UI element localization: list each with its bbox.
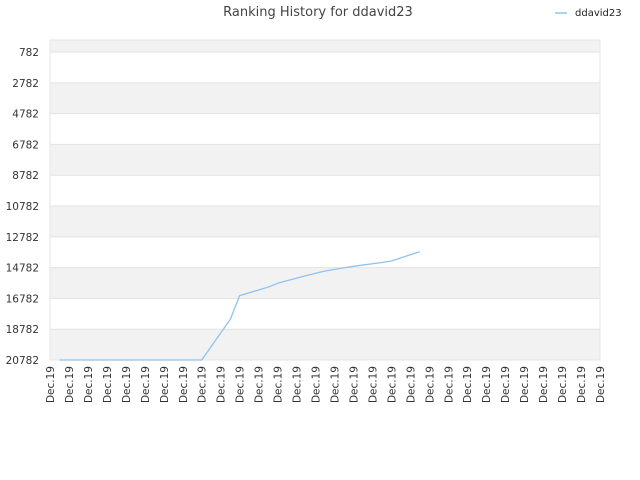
x-tick-label: Dec.19 bbox=[254, 366, 266, 403]
grid-band bbox=[50, 298, 600, 330]
grid-band bbox=[50, 175, 600, 207]
x-tick-label: Dec.19 bbox=[500, 366, 512, 403]
x-tick-label: Dec.19 bbox=[216, 366, 228, 403]
grid-band bbox=[50, 144, 600, 176]
x-tick-label: Dec.19 bbox=[538, 366, 550, 403]
y-tick-label: 2782 bbox=[12, 78, 39, 90]
legend-label: ddavid23 bbox=[575, 8, 622, 19]
x-tick-label: Dec.19 bbox=[557, 366, 569, 403]
x-tick-label: Dec.19 bbox=[329, 366, 341, 403]
y-tick-label: 14782 bbox=[6, 263, 39, 275]
x-tick-label: Dec.19 bbox=[405, 366, 417, 403]
x-tick-label: Dec.19 bbox=[197, 366, 209, 403]
grid-bands bbox=[49, 39, 601, 361]
grid-band bbox=[50, 52, 600, 83]
x-tick-label: Dec.19 bbox=[121, 366, 133, 403]
x-tick-label: Dec.19 bbox=[367, 366, 379, 403]
x-tick-label: Dec.19 bbox=[140, 366, 152, 403]
grid-band bbox=[50, 267, 600, 299]
x-tick-label: Dec.19 bbox=[45, 366, 57, 403]
x-tick-label: Dec.19 bbox=[102, 366, 114, 403]
x-tick-label: Dec.19 bbox=[424, 366, 436, 403]
x-tick-label: Dec.19 bbox=[178, 366, 190, 403]
y-tick-label: 6782 bbox=[12, 139, 39, 151]
grid-band bbox=[50, 82, 600, 114]
y-axis: 782 2782 4782 6782 8782 10782 12782 14782 16782 1… bbox=[6, 47, 39, 367]
x-tick-label: Dec.19 bbox=[159, 366, 171, 403]
x-tick-label: Dec.19 bbox=[576, 366, 588, 403]
x-tick-label: Dec.19 bbox=[462, 366, 474, 403]
x-axis: Dec.19 Dec.19 Dec.19 Dec.19 Dec.19 Dec.19 Dec.… bbox=[45, 366, 607, 403]
x-tick-label: Dec.19 bbox=[348, 366, 360, 403]
x-tick-label: Dec.19 bbox=[83, 366, 95, 403]
grid-band bbox=[50, 206, 600, 237]
y-tick-label: 12782 bbox=[6, 232, 39, 244]
grid-band bbox=[50, 40, 600, 53]
y-tick-label: 4782 bbox=[12, 109, 39, 121]
x-tick-label: Dec.19 bbox=[386, 366, 398, 403]
ranking-chart: 782 2782 4782 6782 8782 10782 12782 14782 16782 1… bbox=[6, 5, 622, 403]
x-tick-label: Dec.19 bbox=[235, 366, 247, 403]
y-tick-label: 782 bbox=[19, 47, 39, 59]
x-tick-label: Dec.19 bbox=[595, 366, 607, 403]
grid-band bbox=[50, 329, 600, 360]
y-tick-label: 16782 bbox=[6, 293, 39, 305]
x-tick-label: Dec.19 bbox=[64, 366, 76, 403]
grid-band bbox=[50, 236, 600, 268]
x-tick-label: Dec.19 bbox=[311, 366, 323, 403]
y-tick-label: 20782 bbox=[6, 355, 39, 367]
x-tick-label: Dec.19 bbox=[443, 366, 455, 403]
chart-title: Ranking History for ddavid23 bbox=[223, 5, 413, 20]
grid-band bbox=[50, 113, 600, 145]
x-tick-label: Dec.19 bbox=[519, 366, 531, 403]
x-tick-label: Dec.19 bbox=[273, 366, 285, 403]
y-tick-label: 10782 bbox=[6, 201, 39, 213]
y-tick-label: 8782 bbox=[12, 170, 39, 182]
x-tick-label: Dec.19 bbox=[292, 366, 304, 403]
x-tick-label: Dec.19 bbox=[481, 366, 493, 403]
y-tick-label: 18782 bbox=[6, 324, 39, 336]
legend[interactable]: ddavid23 bbox=[555, 8, 622, 19]
